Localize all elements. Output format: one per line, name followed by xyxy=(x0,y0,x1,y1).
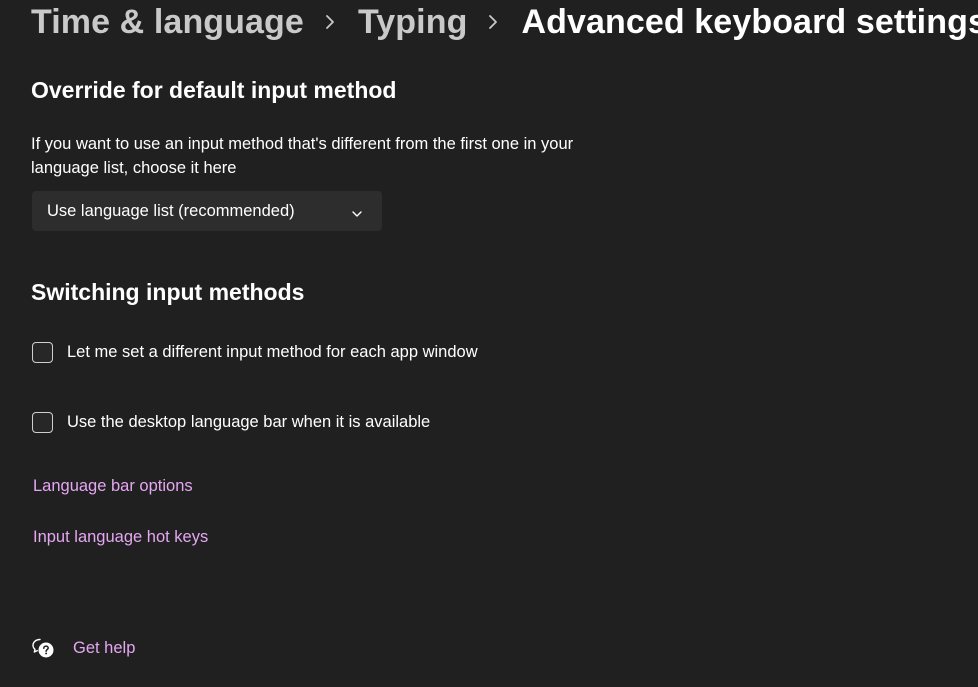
get-help-label: Get help xyxy=(73,638,136,657)
override-description: If you want to use an input method that'… xyxy=(31,135,574,177)
per-app-input-method-checkbox[interactable] xyxy=(32,342,53,363)
desktop-language-bar-option[interactable]: Use the desktop language bar when it is … xyxy=(32,412,430,433)
page-title: Advanced keyboard settings xyxy=(521,2,978,41)
breadcrumb-time-language[interactable]: Time & language xyxy=(31,3,304,42)
breadcrumb-typing[interactable]: Typing xyxy=(358,3,468,42)
settings-page: Time & language Typing Advanced keyboard… xyxy=(0,0,978,687)
input-method-dropdown[interactable]: Use language list (recommended) xyxy=(32,191,382,231)
breadcrumb: Time & language Typing Advanced keyboard… xyxy=(31,0,978,44)
chevron-right-icon xyxy=(304,7,358,37)
input-language-hot-keys-link[interactable]: Input language hot keys xyxy=(33,528,208,547)
desktop-language-bar-checkbox[interactable] xyxy=(32,412,53,433)
desktop-language-bar-label: Use the desktop language bar when it is … xyxy=(67,413,431,431)
language-bar-options-link[interactable]: Language bar options xyxy=(33,477,193,496)
per-app-input-method-option[interactable]: Let me set a different input method for … xyxy=(32,342,478,363)
chevron-down-icon xyxy=(351,205,363,224)
chevron-right-icon xyxy=(467,7,521,37)
override-section-title: Override for default input method xyxy=(31,77,397,103)
switching-section-title: Switching input methods xyxy=(31,279,305,305)
get-help-link[interactable]: Get help xyxy=(31,636,135,660)
per-app-input-method-label: Let me set a different input method for … xyxy=(67,343,478,361)
help-chat-icon xyxy=(31,636,55,660)
input-method-dropdown-value: Use language list (recommended) xyxy=(47,201,295,220)
